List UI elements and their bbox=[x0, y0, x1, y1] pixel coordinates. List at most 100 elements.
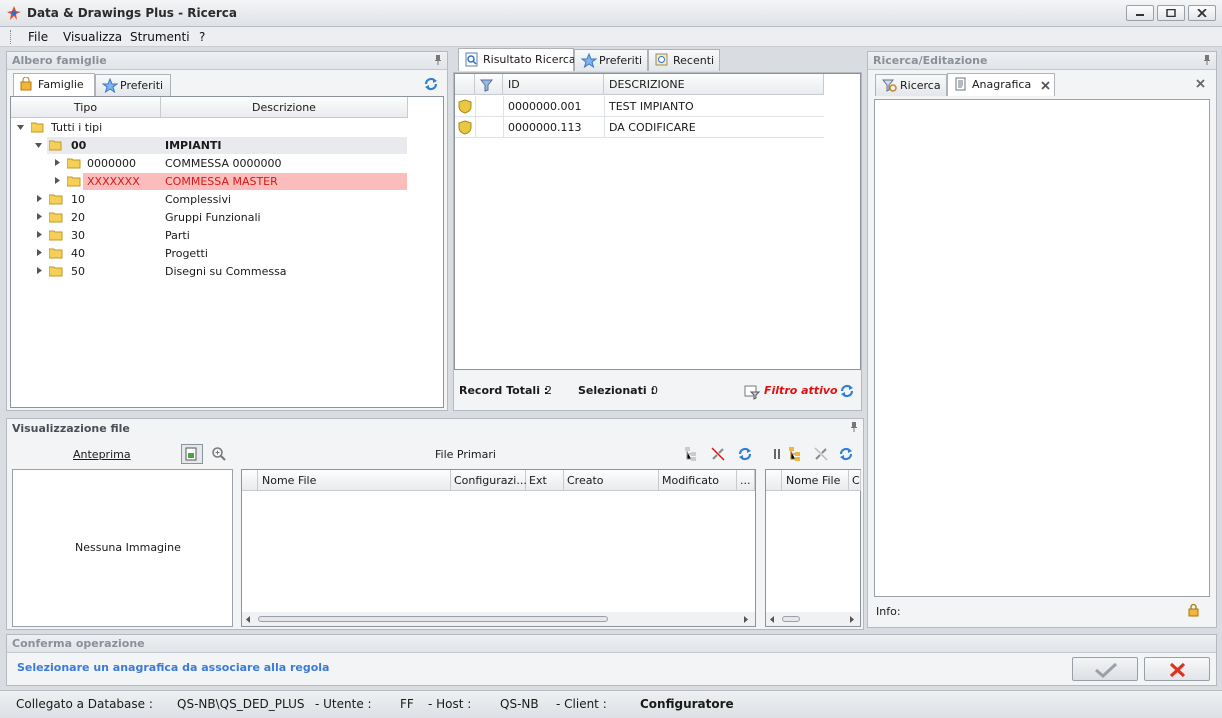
expand-arrow-icon[interactable] bbox=[55, 159, 61, 167]
column-header-select[interactable] bbox=[242, 470, 258, 491]
column-header-select[interactable] bbox=[766, 470, 782, 491]
collapse-arrow-icon[interactable] bbox=[35, 143, 43, 149]
cancel-button[interactable] bbox=[1144, 657, 1210, 681]
column-header-id[interactable]: ID bbox=[503, 74, 604, 95]
scroll-right-icon[interactable] bbox=[850, 616, 855, 623]
confirm-button[interactable] bbox=[1072, 657, 1138, 681]
column-header-modificato[interactable]: Modificato bbox=[659, 470, 737, 491]
expand-arrow-icon[interactable] bbox=[37, 195, 43, 203]
tree-node-desc: Complessivi bbox=[165, 193, 232, 206]
minimize-button[interactable] bbox=[1126, 5, 1154, 21]
pin-icon[interactable] bbox=[434, 55, 442, 65]
expand-arrow-icon[interactable] bbox=[37, 213, 43, 221]
scroll-left-icon[interactable] bbox=[246, 616, 251, 623]
tree-view-icon[interactable] bbox=[683, 446, 699, 462]
menu-strumenti[interactable]: Strumenti bbox=[130, 30, 190, 44]
folder-icon bbox=[49, 266, 63, 277]
tab-preferiti-results[interactable]: Preferiti bbox=[574, 49, 648, 71]
unlink-icon[interactable] bbox=[710, 446, 726, 462]
file-panel-title: Visualizzazione file bbox=[12, 422, 130, 435]
close-tab-icon[interactable] bbox=[1041, 81, 1050, 90]
table-row[interactable]: 0000000.113 DA CODIFICARE bbox=[455, 117, 824, 138]
tree-node-code[interactable]: 30 bbox=[71, 229, 85, 242]
tree-node-code[interactable]: 20 bbox=[71, 211, 85, 224]
column-header-ext[interactable]: Ext bbox=[526, 470, 564, 491]
pin-icon[interactable] bbox=[850, 422, 858, 432]
tab-preferiti-families[interactable]: Preferiti bbox=[95, 74, 171, 96]
column-header-status[interactable] bbox=[455, 74, 475, 95]
menu-visualizza[interactable]: Visualizza bbox=[63, 30, 122, 44]
scrollbar-thumb[interactable] bbox=[258, 616, 608, 622]
image-file-icon bbox=[185, 447, 197, 461]
scroll-right-icon[interactable] bbox=[744, 616, 749, 623]
folder-icon bbox=[67, 158, 81, 169]
column-header-tipo[interactable]: Tipo bbox=[11, 97, 161, 118]
secondary-files-grid: Nome File C bbox=[765, 469, 861, 627]
preview-toggle-button[interactable] bbox=[181, 444, 203, 464]
lock-icon[interactable] bbox=[1188, 603, 1199, 617]
maximize-button[interactable] bbox=[1157, 5, 1185, 21]
status-db-value: QS-NB\QS_DED_PLUS bbox=[177, 697, 305, 711]
refresh-icon[interactable] bbox=[423, 76, 439, 92]
tree-node-code[interactable]: 40 bbox=[71, 247, 85, 260]
expand-arrow-icon[interactable] bbox=[55, 177, 61, 185]
tree-node-code[interactable]: 50 bbox=[71, 265, 85, 278]
tab-risultato-ricerca[interactable]: Risultato Ricerca bbox=[458, 48, 576, 71]
filter-active-label[interactable]: Filtro attivo bbox=[764, 384, 838, 397]
menu-bar: File Visualizza Strumenti ? bbox=[0, 27, 1222, 47]
expand-arrow-icon[interactable] bbox=[37, 267, 43, 275]
scrollbar-thumb[interactable] bbox=[782, 616, 800, 622]
status-user-value: FF bbox=[400, 697, 414, 711]
info-label: Info: bbox=[876, 605, 901, 618]
row-desc: TEST IMPIANTO bbox=[609, 100, 694, 113]
document-icon bbox=[955, 77, 966, 91]
tab-famiglie[interactable]: Famiglie bbox=[13, 73, 95, 96]
column-header-c[interactable]: C bbox=[849, 470, 861, 491]
zoom-icon[interactable] bbox=[211, 446, 227, 462]
tab-recenti[interactable]: Recenti bbox=[648, 49, 720, 71]
filter-active-icon[interactable] bbox=[744, 384, 760, 400]
edit-panel-header: Ricerca/Editazione bbox=[868, 52, 1216, 70]
file-panel: Visualizzazione file Anteprima Nessuna I… bbox=[6, 418, 864, 630]
tab-preferiti-results-label: Preferiti bbox=[599, 54, 643, 67]
horizontal-scrollbar[interactable] bbox=[242, 612, 755, 626]
column-header-descrizione[interactable]: DESCRIZIONE bbox=[604, 74, 824, 95]
expand-arrow-icon[interactable] bbox=[37, 231, 43, 239]
horizontal-scrollbar[interactable] bbox=[766, 612, 860, 626]
close-window-button[interactable] bbox=[1188, 5, 1216, 21]
column-header-configurazione[interactable]: Configurazi... bbox=[451, 470, 527, 491]
menu-file[interactable]: File bbox=[28, 30, 48, 44]
collapse-arrow-icon[interactable] bbox=[17, 125, 25, 131]
pin-icon[interactable] bbox=[1203, 55, 1211, 65]
tree-view-icon[interactable] bbox=[787, 446, 803, 462]
tree-node-code: 0000000 bbox=[87, 157, 136, 170]
column-header-nome-file[interactable]: Nome File bbox=[258, 470, 451, 491]
minimize-icon bbox=[1136, 14, 1144, 16]
column-header-more[interactable]: ... bbox=[737, 470, 755, 491]
window-title: Data & Drawings Plus - Ricerca bbox=[27, 6, 238, 20]
preview-label[interactable]: Anteprima bbox=[73, 448, 131, 461]
folder-open-icon bbox=[49, 140, 62, 151]
cancel-x-icon bbox=[1169, 662, 1186, 678]
tab-ricerca-label: Ricerca bbox=[900, 79, 941, 92]
table-row[interactable]: 0000000.001 TEST IMPIANTO bbox=[455, 96, 824, 117]
refresh-icon[interactable] bbox=[737, 446, 753, 462]
unlink-icon[interactable] bbox=[813, 446, 829, 462]
refresh-icon[interactable] bbox=[838, 446, 854, 462]
menu-help[interactable]: ? bbox=[199, 30, 205, 44]
tree-node-code: XXXXXXX bbox=[87, 175, 140, 188]
column-header-filter[interactable] bbox=[475, 74, 503, 95]
pause-icon[interactable] bbox=[769, 446, 785, 462]
column-header-nome-file[interactable]: Nome File bbox=[782, 470, 849, 491]
tab-ricerca[interactable]: Ricerca bbox=[875, 74, 947, 96]
folder-icon bbox=[49, 248, 63, 259]
tree-node-code[interactable]: 10 bbox=[71, 193, 85, 206]
tab-anagrafica[interactable]: Anagrafica bbox=[947, 73, 1055, 96]
column-header-creato[interactable]: Creato bbox=[564, 470, 659, 491]
tree-node-impianti[interactable] bbox=[47, 137, 407, 154]
close-panel-icon[interactable] bbox=[1196, 79, 1205, 88]
expand-arrow-icon[interactable] bbox=[37, 249, 43, 257]
column-header-descrizione[interactable]: Descrizione bbox=[161, 97, 408, 118]
scroll-left-icon[interactable] bbox=[770, 616, 775, 623]
refresh-icon[interactable] bbox=[839, 383, 855, 399]
